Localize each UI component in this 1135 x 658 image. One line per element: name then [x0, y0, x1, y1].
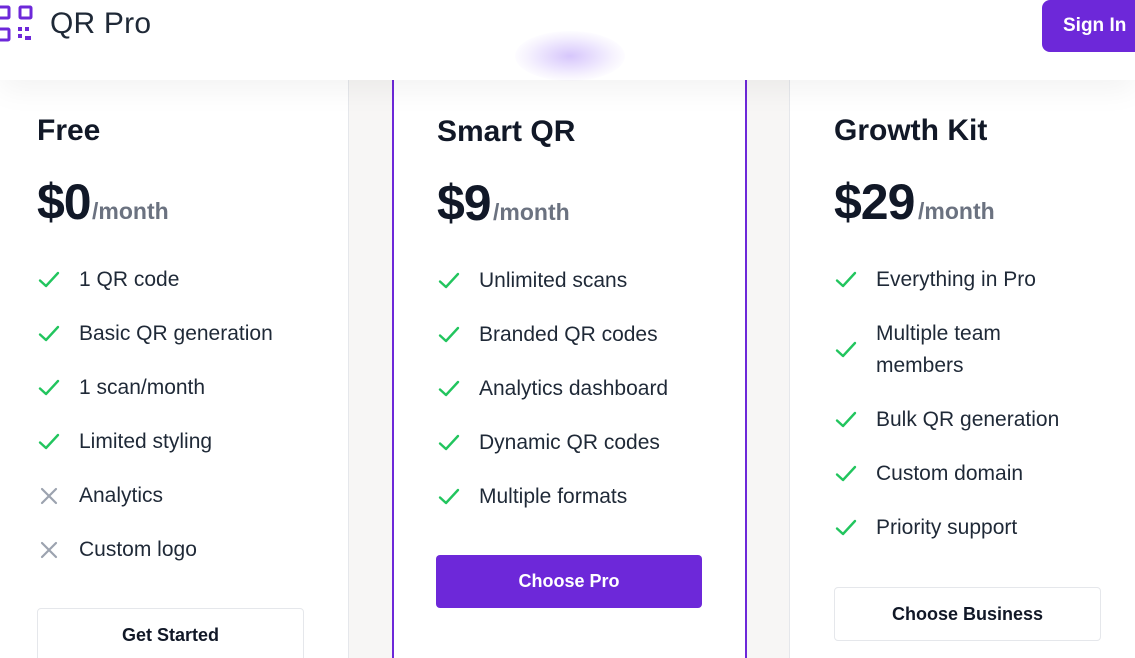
- cross-icon: [37, 535, 79, 565]
- feature-item: 1 scan/month: [37, 372, 205, 404]
- plan-price: $0: [37, 174, 92, 230]
- feature-item: Custom domain: [834, 458, 1023, 490]
- feature-label: 1 scan/month: [79, 376, 206, 399]
- feature-item: Everything in Pro: [834, 264, 1036, 296]
- feature-label: Priority support: [876, 516, 1018, 539]
- column-gap: [348, 80, 392, 658]
- feature-item: Basic QR generation: [37, 318, 273, 350]
- plan-title: Free: [37, 114, 101, 147]
- feature-label: Multiple team members: [876, 322, 1001, 377]
- feature-item: Branded QR codes: [437, 319, 658, 351]
- check-icon: [437, 428, 479, 458]
- get-started-button[interactable]: Get Started: [37, 608, 304, 658]
- plan-period: /month: [918, 198, 995, 224]
- brand-logo[interactable]: QR Pro: [0, 5, 151, 43]
- choose-business-button[interactable]: Choose Business: [834, 587, 1101, 641]
- feature-item: Analytics: [37, 480, 163, 512]
- feature-item: Custom logo: [37, 534, 197, 566]
- feature-label: Dynamic QR codes: [479, 431, 660, 454]
- pricing-page: QR Pro Sign In Free $0 /month 1 QR code …: [0, 0, 1135, 658]
- feature-label: Branded QR codes: [479, 323, 658, 346]
- feature-item: Limited styling: [37, 426, 212, 458]
- plan-price: $29: [834, 174, 915, 230]
- check-icon: [437, 266, 479, 296]
- feature-label: Analytics dashboard: [479, 377, 669, 400]
- feature-label: Multiple formats: [479, 485, 628, 508]
- feature-label: Bulk QR generation: [876, 408, 1060, 431]
- feature-item: Priority support: [834, 512, 1017, 544]
- check-icon: [37, 373, 79, 403]
- plan-card-smart-qr: Smart QR $9 /month Unlimited scans Brand…: [392, 80, 747, 658]
- plan-title: Growth Kit: [834, 114, 988, 147]
- feature-item: 1 QR code: [37, 264, 179, 296]
- plan-card-free: Free $0 /month 1 QR code Basic QR genera…: [0, 80, 348, 658]
- qr-logo-icon: [0, 5, 34, 43]
- feature-item: Multiple team members: [834, 318, 1034, 382]
- check-icon: [834, 265, 876, 295]
- plan-title: Smart QR: [437, 115, 576, 148]
- choose-pro-button[interactable]: Choose Pro: [436, 555, 702, 608]
- plan-period: /month: [493, 199, 570, 225]
- plan-period: /month: [92, 198, 169, 224]
- feature-label: Limited styling: [79, 430, 213, 453]
- check-icon: [834, 459, 876, 489]
- feature-item: Bulk QR generation: [834, 404, 1059, 436]
- check-icon: [37, 319, 79, 349]
- feature-label: 1 QR code: [79, 268, 180, 291]
- check-icon: [437, 374, 479, 404]
- check-icon: [37, 427, 79, 457]
- check-icon: [437, 320, 479, 350]
- check-icon: [437, 482, 479, 512]
- plan-card-growth-kit: Growth Kit $29 /month Everything in Pro …: [790, 80, 1135, 658]
- check-icon: [834, 513, 876, 543]
- feature-label: Custom domain: [876, 462, 1024, 485]
- plan-price: $9: [437, 175, 492, 231]
- feature-label: Basic QR generation: [79, 322, 273, 345]
- cross-icon: [37, 481, 79, 511]
- feature-label: Unlimited scans: [479, 269, 628, 292]
- brand-name: QR Pro: [50, 7, 152, 40]
- feature-item: Dynamic QR codes: [437, 427, 660, 459]
- sign-in-button[interactable]: Sign In: [1042, 0, 1135, 52]
- feature-label: Custom logo: [79, 538, 197, 561]
- feature-item: Analytics dashboard: [437, 373, 668, 405]
- feature-item: Multiple formats: [437, 481, 627, 513]
- column-gap: [747, 80, 790, 658]
- feature-label: Analytics: [79, 484, 164, 507]
- decorative-glow: [515, 31, 625, 81]
- check-icon: [834, 335, 876, 365]
- feature-item: Unlimited scans: [437, 265, 627, 297]
- check-icon: [37, 265, 79, 295]
- check-icon: [834, 405, 876, 435]
- feature-label: Everything in Pro: [876, 268, 1036, 291]
